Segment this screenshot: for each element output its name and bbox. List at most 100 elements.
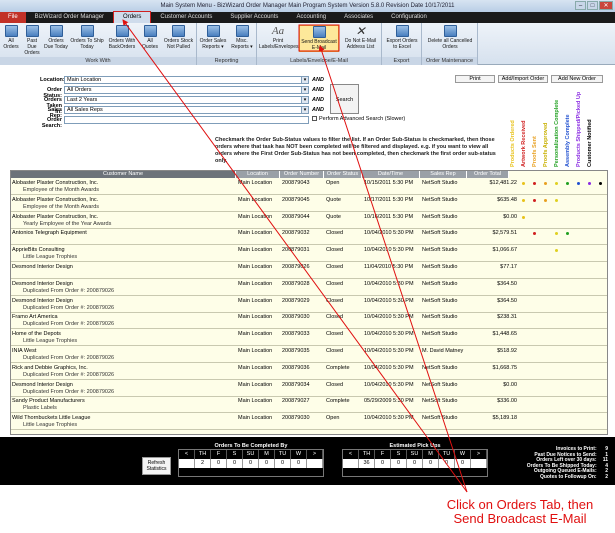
past-due-orders-button[interactable]: Past Due Orders [22, 25, 42, 56]
day-count[interactable]: 0 [375, 459, 391, 468]
day-count[interactable]: 0 [275, 459, 291, 468]
sub-status-header[interactable]: Products Shipped/Picked Up [576, 92, 582, 167]
col-order-status[interactable]: Order Status [324, 171, 362, 178]
table-row[interactable]: Desmond Interior Design Duplicated From O… [11, 280, 607, 296]
order-search-input[interactable] [64, 116, 309, 124]
sub-status-header[interactable]: Personalization Complete [554, 100, 560, 167]
col-customer-name[interactable]: Customer Name [11, 171, 236, 178]
day-count[interactable] [471, 459, 487, 468]
menu-associates[interactable]: Associates [335, 12, 382, 23]
day-count[interactable]: 0 [439, 459, 455, 468]
delete-cancelled-orders-button[interactable]: Delete all Cancelled Orders [426, 25, 474, 50]
maximize-icon[interactable]: □ [587, 1, 598, 10]
order-status-select[interactable]: All Orders ▾ [64, 86, 309, 94]
day-count[interactable] [179, 459, 195, 468]
col-order-total[interactable]: Order Total [467, 171, 509, 178]
day-count[interactable] [343, 459, 359, 468]
col-date-time[interactable]: Date/Time [362, 171, 420, 178]
checkbox-icon[interactable] [312, 116, 317, 122]
chevron-down-icon[interactable]: ▾ [301, 77, 308, 83]
prev-arrow-icon[interactable]: < [343, 450, 359, 459]
table-row[interactable]: Desmond Interior Design Main Location 2008… [11, 263, 607, 279]
table-row[interactable]: INIA West Duplicated From Order #: 200879… [11, 347, 607, 363]
print-labels-button[interactable]: Aa Print Labels/Envelopes [259, 25, 298, 50]
day-count[interactable]: 0 [211, 459, 227, 468]
table-row[interactable]: Framo Art America Duplicated From Order #… [11, 313, 607, 330]
table-row[interactable]: ApprieBits Consulting Little League Troph… [11, 246, 607, 263]
col-sales-rep[interactable]: Sales Rep [420, 171, 467, 178]
sub-status-header[interactable]: Products Ordered [510, 120, 516, 167]
table-row[interactable]: Desmond Interior Design Duplicated From O… [11, 297, 607, 313]
day-count[interactable]: 0 [407, 459, 423, 468]
export-orders-button[interactable]: Export Orders to Excel [384, 25, 420, 50]
stat-line[interactable]: Quotes to Followup On: 2 [488, 474, 608, 481]
orders-due-today-button[interactable]: Orders Due Today [44, 25, 68, 50]
misc-reports-button[interactable]: Misc. Reports ▾ [229, 25, 255, 50]
day-label: F [375, 450, 391, 459]
day-count[interactable]: 0 [455, 459, 471, 468]
table-row[interactable]: Rick and Debbie Graphics, Inc. Duplicated… [11, 364, 607, 380]
day-count[interactable]: 2 [195, 459, 211, 468]
sub-status-dots [519, 316, 607, 322]
table-row[interactable]: Alobaster Plaster Construction, Inc. Empl… [11, 179, 607, 195]
search-button[interactable]: Search [330, 84, 359, 114]
minimize-icon[interactable]: – [575, 1, 586, 10]
table-row[interactable]: Desmond Interior Design Duplicated From O… [11, 381, 607, 397]
menu-customer-accounts[interactable]: Customer Accounts [151, 12, 221, 23]
day-count[interactable]: 0 [423, 459, 439, 468]
all-orders-button[interactable]: All Orders [2, 25, 20, 50]
col-location[interactable]: Location [236, 171, 280, 178]
day-label: SU [407, 450, 423, 459]
menu-file[interactable]: File [0, 12, 26, 23]
menu-accounting[interactable]: Accounting [287, 12, 335, 23]
day-count[interactable]: 0 [291, 459, 307, 468]
sub-status-header[interactable]: Proofs Sent [532, 136, 538, 167]
advanced-search-checkbox[interactable]: Perform Advanced Search (Slower) [312, 116, 405, 122]
menu-bizwizard[interactable]: BizWizard Order Manager [26, 12, 113, 23]
sub-status-header[interactable]: Proofs Approved [543, 123, 549, 167]
print-button[interactable]: Print [455, 75, 495, 83]
table-row[interactable]: Alobaster Plaster Construction, Inc. Year… [11, 213, 607, 229]
orders-to-ship-today-button[interactable]: Orders To Ship Today [70, 25, 104, 50]
day-count[interactable]: 36 [359, 459, 375, 468]
prev-arrow-icon[interactable]: < [179, 450, 195, 459]
menu-configuration[interactable]: Configuration [382, 12, 436, 23]
order-sales-reports-button[interactable]: Order Sales Reports ▾ [199, 25, 227, 50]
orders-with-backorders-button[interactable]: Orders With BackOrders [106, 25, 138, 50]
table-row[interactable]: Antonios Telegraph Equipment Main Locatio… [11, 229, 607, 246]
orders-stock-not-pulled-button[interactable]: Orders Stock Not Pulled [162, 25, 195, 50]
col-order-number[interactable]: Order Number [280, 171, 324, 178]
menu-supplier-accounts[interactable]: Supplier Accounts [221, 12, 287, 23]
location-cell: Main Location [238, 398, 273, 405]
close-icon[interactable]: ✕ [599, 1, 613, 10]
table-row[interactable]: Sandy Product Manufacturers Plastic Label… [11, 397, 607, 414]
day-count[interactable]: 0 [243, 459, 259, 468]
date-cell: 05/29/2009 5:30 PM [364, 398, 414, 405]
order-total-cell: $336.00 [497, 398, 517, 405]
orders-taken-select[interactable]: Last 2 Years ▾ [64, 96, 309, 104]
refresh-statistics-button[interactable]: Refresh Statistics [142, 457, 171, 475]
do-not-email-list-button[interactable]: ✕ Do Not E-Mail Address List [341, 25, 380, 50]
next-arrow-icon[interactable]: > [471, 450, 487, 459]
sub-status-header[interactable]: Artwork Received [521, 121, 527, 167]
location-select[interactable]: Main Location ▾ [64, 76, 309, 84]
day-count[interactable] [307, 459, 323, 468]
table-row[interactable]: Home of the Depots Little League Trophies… [11, 330, 607, 347]
send-broadcast-email-button[interactable]: Send Broadcast E-Mail [299, 25, 339, 52]
report-icon [235, 25, 249, 37]
sales-rep-select[interactable]: All Sales Reps ▾ [64, 106, 309, 114]
day-count[interactable]: 0 [227, 459, 243, 468]
sub-status-header[interactable]: Customer Notified [587, 119, 593, 167]
and-label: AND [312, 77, 324, 83]
all-quotes-button[interactable]: All Quotes [140, 25, 160, 50]
table-row[interactable]: Alobaster Plaster Construction, Inc. Empl… [11, 196, 607, 212]
next-arrow-icon[interactable]: > [307, 450, 323, 459]
day-count[interactable]: 0 [391, 459, 407, 468]
chevron-down-icon[interactable]: ▾ [301, 97, 308, 103]
table-row[interactable]: Wild Thornbuckets Little League Little Le… [11, 414, 607, 431]
chevron-down-icon[interactable]: ▾ [301, 107, 308, 113]
day-count[interactable]: 0 [259, 459, 275, 468]
chevron-down-icon[interactable]: ▾ [301, 87, 308, 93]
group-label: Labels/Envelope/E-Mail [257, 57, 381, 65]
sub-status-header[interactable]: Assembly Complete [565, 114, 571, 167]
